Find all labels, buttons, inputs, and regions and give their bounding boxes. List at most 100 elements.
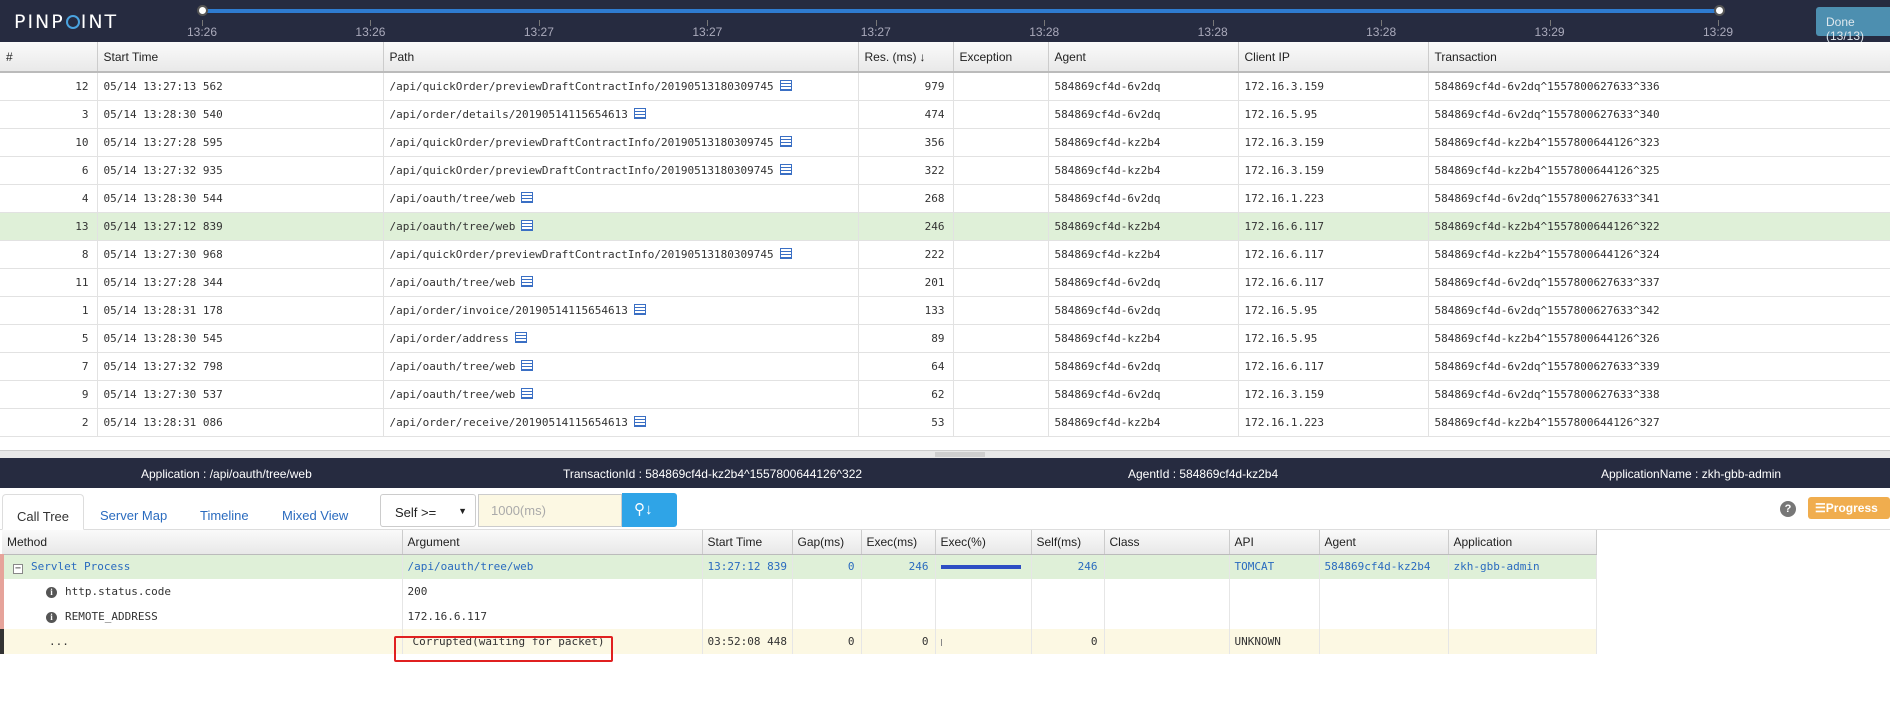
col-header-index[interactable]: #: [0, 42, 98, 73]
call-tree-row-attr[interactable]: i http.status.code 200: [0, 579, 1597, 604]
open-detail-icon[interactable]: [779, 247, 792, 259]
call-tree-row-root[interactable]: − Servlet Process /api/oauth/tree/web 13:…: [0, 554, 1597, 579]
timeline-start-handle[interactable]: [197, 5, 208, 16]
open-detail-icon[interactable]: [779, 163, 792, 175]
cell-path[interactable]: /api/order/receive/20190514115654613: [383, 408, 859, 437]
self-filter-select[interactable]: Self >= ▼: [380, 494, 476, 527]
call-tree-row-attr[interactable]: i REMOTE_ADDRESS 172.16.6.117: [0, 604, 1597, 629]
cell-exception: [953, 184, 1049, 213]
call-tree-row-corrupted[interactable]: ... Corrupted(waiting for packet) 03:52:…: [0, 629, 1597, 654]
col-header-start-time[interactable]: Start Time: [97, 42, 384, 73]
transaction-row[interactable]: 2 05/14 13:28:31 086/api/order/receive/20…: [0, 408, 1890, 437]
open-detail-icon[interactable]: [521, 387, 534, 399]
open-detail-icon[interactable]: [514, 331, 527, 343]
transaction-row[interactable]: 5 05/14 13:28:30 545/api/order/address 89 5…: [0, 324, 1890, 353]
open-detail-icon[interactable]: [633, 303, 646, 315]
open-detail-icon[interactable]: [521, 275, 534, 287]
cell-path[interactable]: /api/order/details/20190514115654613: [383, 100, 859, 129]
cell-path[interactable]: /api/oauth/tree/web: [383, 352, 859, 381]
transaction-row[interactable]: 13 05/14 13:27:12 839/api/oauth/tree/web 2…: [0, 212, 1890, 241]
col-header-transaction[interactable]: Transaction: [1428, 42, 1890, 73]
cell-path[interactable]: /api/quickOrder/previewDraftContractInfo…: [383, 72, 859, 101]
panel-splitter[interactable]: [0, 450, 1890, 458]
ct-header-application[interactable]: Application: [1448, 530, 1597, 555]
timeline-end-handle[interactable]: [1714, 5, 1725, 16]
cell-client-ip: 172.16.5.95: [1238, 324, 1429, 353]
cell-path[interactable]: /api/oauth/tree/web: [383, 212, 859, 241]
transaction-row[interactable]: 1 05/14 13:28:31 178/api/order/invoice/20…: [0, 296, 1890, 325]
cell-path[interactable]: /api/order/address: [383, 324, 859, 353]
col-header-exception[interactable]: Exception: [953, 42, 1049, 73]
cell-response-time: 222: [858, 240, 954, 269]
open-detail-icon[interactable]: [779, 79, 792, 91]
open-detail-icon[interactable]: [521, 219, 534, 231]
ct-header-start-time[interactable]: Start Time: [702, 530, 793, 555]
ct-start-cell: 13:27:12 839: [702, 554, 793, 579]
cell-path[interactable]: /api/quickOrder/previewDraftContractInfo…: [383, 240, 859, 269]
ct-header-exec[interactable]: Exec(ms): [861, 530, 936, 555]
col-header-client-ip[interactable]: Client IP: [1238, 42, 1429, 73]
collapse-icon[interactable]: −: [13, 563, 23, 574]
transaction-row[interactable]: 3 05/14 13:28:30 540/api/order/details/20…: [0, 100, 1890, 129]
highlight-annotation-box: [394, 636, 613, 662]
ct-class-cell: [1104, 629, 1230, 654]
cell-client-ip: 172.16.6.117: [1238, 240, 1429, 269]
transaction-row[interactable]: 7 05/14 13:27:32 798/api/oauth/tree/web 64…: [0, 352, 1890, 381]
timeline-range-bar[interactable]: [202, 9, 1720, 13]
cell-exception: [953, 212, 1049, 241]
ct-header-argument[interactable]: Argument: [402, 530, 703, 555]
tab-timeline[interactable]: Timeline: [186, 494, 263, 530]
ct-header-method[interactable]: Method: [2, 530, 403, 555]
transaction-row[interactable]: 12 05/14 13:27:13 562/api/quickOrder/prev…: [0, 72, 1890, 101]
cell-index: 8: [0, 240, 98, 269]
cell-exception: [953, 380, 1049, 409]
cell-path[interactable]: /api/quickOrder/previewDraftContractInfo…: [383, 128, 859, 157]
ct-gap-cell: 0: [792, 629, 862, 654]
cell-agent: 584869cf4d-kz2b4: [1048, 212, 1239, 241]
tab-server-map[interactable]: Server Map: [86, 494, 181, 530]
ct-header-class[interactable]: Class: [1104, 530, 1230, 555]
open-detail-icon[interactable]: [779, 135, 792, 147]
tab-mixed-view[interactable]: Mixed View: [268, 494, 362, 530]
transaction-row[interactable]: 9 05/14 13:27:30 537/api/oauth/tree/web 62…: [0, 380, 1890, 409]
cell-path[interactable]: /api/quickOrder/previewDraftContractInfo…: [383, 156, 859, 185]
search-next-button[interactable]: ⚲↓: [622, 493, 677, 527]
ct-header-agent[interactable]: Agent: [1319, 530, 1449, 555]
splitter-grip[interactable]: [935, 452, 985, 457]
cell-exception: [953, 352, 1049, 381]
open-detail-icon[interactable]: [521, 359, 534, 371]
open-detail-icon[interactable]: [521, 191, 534, 203]
cell-path[interactable]: /api/order/invoice/20190514115654613: [383, 296, 859, 325]
cell-agent: 584869cf4d-kz2b4: [1048, 408, 1239, 437]
threshold-ms-input[interactable]: [478, 494, 622, 527]
cell-path[interactable]: /api/oauth/tree/web: [383, 184, 859, 213]
ct-header-gap[interactable]: Gap(ms): [792, 530, 862, 555]
col-header-agent[interactable]: Agent: [1048, 42, 1239, 73]
transaction-row[interactable]: 4 05/14 13:28:30 544/api/oauth/tree/web 26…: [0, 184, 1890, 213]
col-header-response-time[interactable]: Res. (ms) ↓: [858, 42, 954, 73]
pinpoint-logo[interactable]: PINP INT: [14, 11, 118, 33]
open-detail-icon[interactable]: [633, 415, 646, 427]
transaction-row[interactable]: 11 05/14 13:27:28 344/api/oauth/tree/web 2…: [0, 268, 1890, 297]
transaction-table-header: # Start Time Path Res. (ms) ↓ Exception A…: [0, 42, 1890, 73]
cell-path[interactable]: /api/oauth/tree/web: [383, 380, 859, 409]
transaction-row[interactable]: 10 05/14 13:27:28 595/api/quickOrder/prev…: [0, 128, 1890, 157]
cell-path[interactable]: /api/oauth/tree/web: [383, 268, 859, 297]
ct-application-cell: zkh-gbb-admin: [1448, 554, 1597, 579]
tab-call-tree[interactable]: Call Tree: [2, 494, 85, 530]
transaction-row[interactable]: 6 05/14 13:27:32 935/api/quickOrder/previ…: [0, 156, 1890, 185]
ct-header-api[interactable]: API: [1229, 530, 1320, 555]
ct-header-self[interactable]: Self(ms): [1031, 530, 1105, 555]
cell-exception: [953, 100, 1049, 129]
ct-header-exec-pct[interactable]: Exec(%): [935, 530, 1032, 555]
cell-agent: 584869cf4d-6v2dq: [1048, 72, 1239, 101]
done-button[interactable]: Done (13/13): [1816, 7, 1890, 43]
progress-button[interactable]: ☰Progress: [1808, 497, 1890, 519]
help-icon[interactable]: ?: [1780, 501, 1796, 517]
cell-index: 9: [0, 380, 98, 409]
col-header-path[interactable]: Path: [383, 42, 859, 73]
logo-o-icon: [65, 15, 80, 29]
open-detail-icon[interactable]: [633, 107, 646, 119]
transaction-row[interactable]: 8 05/14 13:27:30 968/api/quickOrder/previ…: [0, 240, 1890, 269]
cell-response-time: 89: [858, 324, 954, 353]
